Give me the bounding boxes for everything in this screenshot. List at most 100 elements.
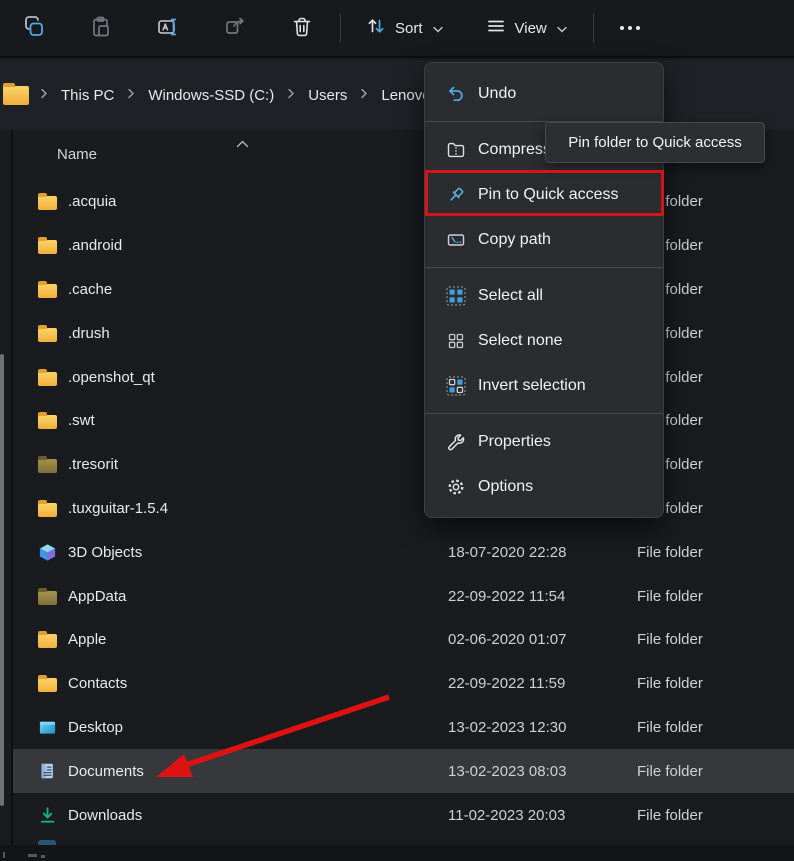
menu-item-label: Properties	[478, 433, 551, 451]
invert-selection-icon	[446, 376, 466, 396]
file-name: .drush	[68, 325, 110, 342]
file-row-documents-selected[interactable]: Documents 13-02-2023 08:03 File folder	[13, 749, 794, 793]
file-type: File folder	[624, 719, 794, 736]
file-name: .acquia	[68, 193, 116, 210]
share-button[interactable]	[213, 8, 257, 48]
breadcrumb: This PC Windows-SSD (C:) Users Lenovo	[0, 60, 794, 130]
ellipsis-icon	[620, 26, 640, 30]
menu-item-copy-path[interactable]: Copy path	[425, 217, 663, 262]
file-date: 18-07-2020 22:28	[435, 544, 624, 561]
file-row[interactable]: .tuxguitar-1.5.4 File folder	[13, 487, 794, 531]
folder-icon	[38, 634, 57, 648]
cube-icon	[37, 542, 57, 562]
annotation-highlight-box	[425, 170, 664, 216]
file-date: 02-06-2020 01:07	[435, 631, 624, 648]
tooltip: Pin folder to Quick access	[545, 122, 765, 163]
file-row[interactable]: AppData 22-09-2022 11:54 File folder	[13, 574, 794, 618]
breadcrumb-item-users[interactable]: Users	[306, 83, 349, 108]
file-name: .tresorit	[68, 456, 118, 473]
file-name: .swt	[68, 412, 95, 429]
file-type: File folder	[624, 675, 794, 692]
menu-item-properties[interactable]: Properties	[425, 419, 663, 464]
delete-button[interactable]	[280, 8, 324, 48]
file-row[interactable]: .tresorit File folder	[13, 443, 794, 487]
file-name: Contacts	[68, 675, 127, 692]
menu-item-select-none[interactable]: Select none	[425, 318, 663, 363]
rename-button[interactable]	[146, 8, 190, 48]
copy-path-icon	[446, 230, 466, 250]
file-type: File folder	[624, 588, 794, 605]
chevron-right-icon	[40, 86, 48, 104]
breadcrumb-item-drive[interactable]: Windows-SSD (C:)	[146, 83, 276, 108]
file-type: File folder	[624, 763, 794, 780]
folder-icon	[38, 678, 57, 692]
sort-button[interactable]: Sort	[355, 7, 453, 49]
file-row[interactable]: .cache File folder	[13, 268, 794, 312]
file-row[interactable]: Desktop 13-02-2023 12:30 File folder	[13, 706, 794, 750]
menu-separator	[425, 267, 663, 268]
view-button[interactable]: View	[475, 7, 577, 49]
sort-arrows-icon	[365, 15, 387, 41]
file-date: 13-02-2023 08:03	[435, 763, 624, 780]
column-header-name[interactable]: Name	[57, 146, 97, 163]
file-row[interactable]: Apple 02-06-2020 01:07 File folder	[13, 618, 794, 662]
copy-button[interactable]	[12, 8, 56, 48]
folder-olive-icon	[38, 591, 57, 605]
file-row[interactable]: .openshot_qt File folder	[13, 355, 794, 399]
menu-item-options[interactable]: Options	[425, 464, 663, 509]
menu-item-label: Undo	[478, 85, 516, 103]
command-toolbar: Sort View	[0, 0, 794, 58]
file-name: .openshot_qt	[68, 369, 155, 386]
file-row[interactable]: .swt File folder	[13, 399, 794, 443]
file-name: AppData	[68, 588, 126, 605]
chevron-right-icon	[360, 86, 368, 104]
file-row[interactable]: Downloads 11-02-2023 20:03 File folder	[13, 793, 794, 837]
nav-pane-scrollbar[interactable]	[0, 354, 4, 806]
file-date: 13-02-2023 12:30	[435, 719, 624, 736]
file-explorer-window: Sort View This PC Windows-SSD (C:)	[0, 0, 794, 861]
file-name: Desktop	[68, 719, 123, 736]
select-all-icon	[446, 286, 466, 306]
toolbar-divider	[340, 13, 341, 43]
paste-icon	[89, 15, 113, 42]
folder-icon	[38, 328, 57, 342]
clipped-status-text-fragment	[3, 852, 5, 858]
file-row[interactable]: Contacts 22-09-2022 11:59 File folder	[13, 662, 794, 706]
file-date: 11-02-2023 20:03	[435, 807, 624, 824]
chevron-up-icon	[236, 135, 249, 153]
clipped-status-text-fragment	[41, 855, 45, 858]
file-row[interactable]: .acquia File folder	[13, 180, 794, 224]
file-row[interactable]: 3D Objects 18-07-2020 22:28 File folder	[13, 530, 794, 574]
delete-icon	[290, 15, 314, 42]
more-options-button[interactable]	[608, 8, 652, 48]
chevron-right-icon	[127, 86, 135, 104]
menu-item-invert-selection[interactable]: Invert selection	[425, 363, 663, 408]
chevron-down-icon	[433, 20, 443, 37]
breadcrumb-item-this-pc[interactable]: This PC	[59, 83, 116, 108]
file-type: File folder	[624, 807, 794, 824]
paste-button[interactable]	[79, 8, 123, 48]
file-list: .acquia File folder .android File folder…	[13, 180, 794, 837]
undo-icon	[446, 84, 466, 104]
zip-folder-icon	[446, 140, 466, 160]
file-row[interactable]: .android File folder	[13, 224, 794, 268]
folder-icon	[38, 284, 57, 298]
document-icon	[37, 761, 57, 781]
menu-item-undo[interactable]: Undo	[425, 71, 663, 116]
file-name: Documents	[68, 763, 144, 780]
menu-item-label: Options	[478, 478, 533, 496]
folder-icon	[38, 196, 57, 210]
file-name: 3D Objects	[68, 544, 142, 561]
select-none-icon	[446, 331, 466, 351]
menu-separator	[425, 413, 663, 414]
file-name: .cache	[68, 281, 112, 298]
desktop-icon	[37, 717, 57, 737]
view-button-label: View	[515, 20, 547, 37]
menu-item-select-all[interactable]: Select all	[425, 273, 663, 318]
download-icon	[37, 805, 57, 825]
copy-icon	[22, 15, 46, 42]
file-row[interactable]: .drush File folder	[13, 311, 794, 355]
folder-icon	[38, 415, 57, 429]
file-type: File folder	[624, 544, 794, 561]
properties-icon	[446, 432, 466, 452]
